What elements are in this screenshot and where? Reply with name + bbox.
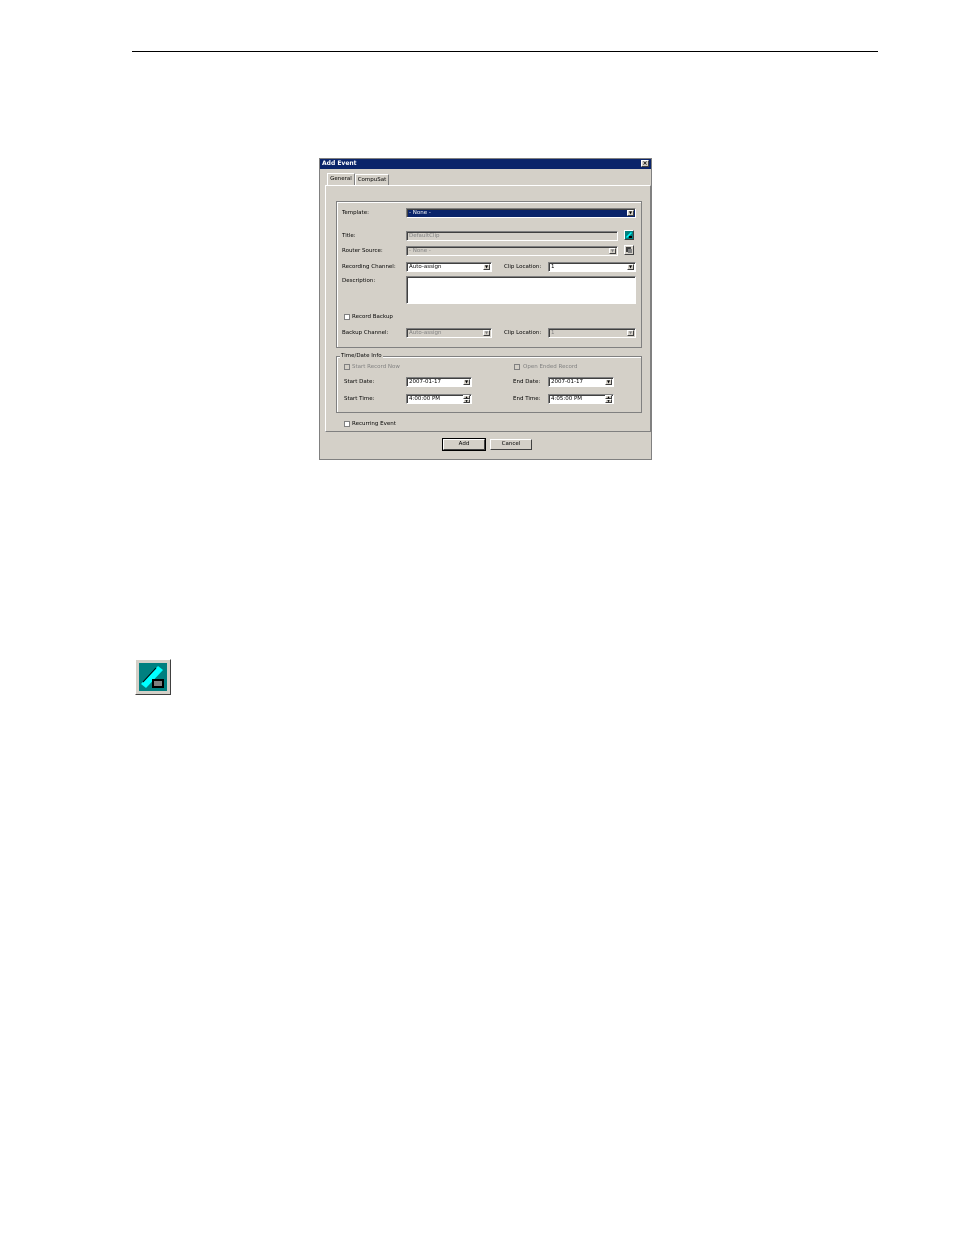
edit-title-icon xyxy=(625,231,633,239)
edit-title-button[interactable] xyxy=(624,230,634,240)
chevron-down-icon[interactable]: ▼ xyxy=(609,248,616,254)
router-source-select[interactable]: - None - ▼ xyxy=(406,246,618,256)
record-backup-label: Record Backup xyxy=(352,314,393,320)
start-time-value: 4:00:00 PM xyxy=(409,396,441,402)
clip-location-select[interactable]: 1 ▼ xyxy=(548,262,636,272)
chevron-down-icon[interactable]: ▼ xyxy=(463,379,470,385)
open-ended-record-checkbox[interactable] xyxy=(514,364,520,370)
description-textarea[interactable] xyxy=(406,276,636,304)
open-ended-record-label: Open Ended Record xyxy=(523,364,578,370)
start-time-spinner[interactable]: ▲ ▼ xyxy=(463,395,470,403)
add-button[interactable]: Add xyxy=(442,438,486,451)
router-config-button[interactable] xyxy=(624,245,634,255)
add-event-dialog: Add Event × General CompuSat Template: -… xyxy=(319,158,652,460)
dialog-title-bar: Add Event × xyxy=(320,159,651,169)
cancel-button[interactable]: Cancel xyxy=(490,439,532,450)
tab-general[interactable]: General xyxy=(327,173,355,185)
end-date-label: End Date: xyxy=(513,379,541,385)
close-button[interactable]: × xyxy=(641,160,649,167)
start-time-stepper[interactable]: 4:00:00 PM ▲ ▼ xyxy=(406,394,472,404)
router-source-value: - None - xyxy=(409,248,431,254)
end-time-spinner[interactable]: ▲ ▼ xyxy=(605,395,612,403)
recurring-event-checkbox[interactable] xyxy=(344,421,350,427)
title-label: Title: xyxy=(342,233,356,239)
spin-down-icon[interactable]: ▼ xyxy=(463,399,470,403)
template-select[interactable]: - None - ▼ xyxy=(406,208,636,218)
backup-channel-value: Auto-assign xyxy=(409,330,442,336)
template-value: - None - xyxy=(409,210,431,216)
recording-channel-select[interactable]: Auto-assign ▼ xyxy=(406,262,492,272)
page-header-rule xyxy=(132,51,878,52)
start-date-value: 2007-01-17 xyxy=(409,379,441,385)
backup-clip-location-label: Clip Location: xyxy=(504,330,542,336)
event-details-group xyxy=(336,201,642,348)
chevron-down-icon[interactable]: ▼ xyxy=(605,379,612,385)
edit-title-icon xyxy=(139,663,167,691)
end-time-value: 4:05:00 PM xyxy=(551,396,583,402)
general-tab-panel: Template: - None - ▼ Title: DefaultClip … xyxy=(325,185,651,432)
record-backup-checkbox[interactable] xyxy=(344,314,350,320)
backup-channel-select[interactable]: Auto-assign ▼ xyxy=(406,328,492,338)
chevron-down-icon[interactable]: ▼ xyxy=(483,330,490,336)
spin-down-icon[interactable]: ▼ xyxy=(605,399,612,403)
start-record-now-label: Start Record Now xyxy=(352,364,400,370)
end-time-label: End Time: xyxy=(513,396,541,402)
edit-title-button-illustration xyxy=(135,659,171,695)
router-config-icon xyxy=(626,247,632,253)
clip-location-value: 1 xyxy=(551,264,555,270)
start-date-label: Start Date: xyxy=(344,379,375,385)
tab-compusat[interactable]: CompuSat xyxy=(355,174,389,185)
dialog-title: Add Event xyxy=(322,160,357,167)
start-record-now-checkbox[interactable] xyxy=(344,364,350,370)
chevron-down-icon[interactable]: ▼ xyxy=(483,264,490,270)
router-source-label: Router Source: xyxy=(342,248,383,254)
time-date-group-label: Time/Date Info xyxy=(340,352,383,360)
end-date-value: 2007-01-17 xyxy=(551,379,583,385)
end-date-picker[interactable]: 2007-01-17 ▼ xyxy=(548,377,614,387)
backup-clip-location-select[interactable]: 1 ▼ xyxy=(548,328,636,338)
recording-channel-label: Recording Channel: xyxy=(342,264,396,270)
recording-channel-value: Auto-assign xyxy=(409,264,442,270)
start-time-label: Start Time: xyxy=(344,396,375,402)
start-date-picker[interactable]: 2007-01-17 ▼ xyxy=(406,377,472,387)
description-label: Description: xyxy=(342,278,376,284)
backup-clip-location-value: 1 xyxy=(551,330,555,336)
chevron-down-icon[interactable]: ▼ xyxy=(627,210,634,216)
chevron-down-icon[interactable]: ▼ xyxy=(627,330,634,336)
recurring-event-label: Recurring Event xyxy=(352,421,396,427)
chevron-down-icon[interactable]: ▼ xyxy=(627,264,634,270)
clip-location-label: Clip Location: xyxy=(504,264,542,270)
end-time-stepper[interactable]: 4:05:00 PM ▲ ▼ xyxy=(548,394,614,404)
template-label: Template: xyxy=(342,210,369,216)
title-field[interactable]: DefaultClip xyxy=(406,231,618,241)
backup-channel-label: Backup Channel: xyxy=(342,330,389,336)
